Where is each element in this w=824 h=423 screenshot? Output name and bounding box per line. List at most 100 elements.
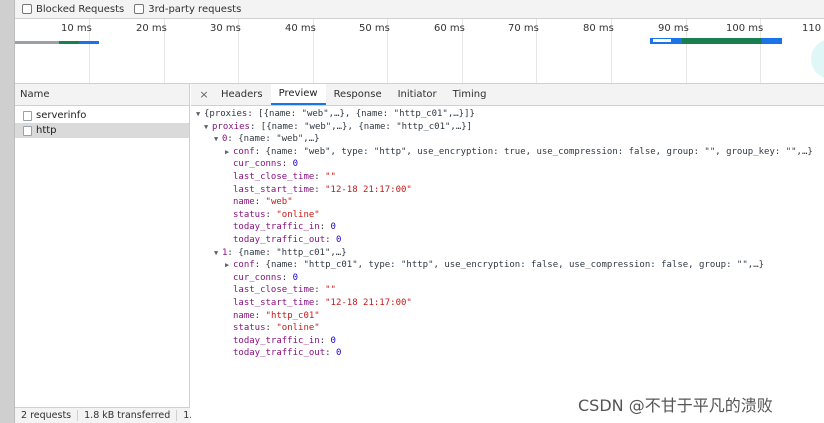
expanded-triangle-icon[interactable]: ▼ [214, 247, 222, 260]
tree-field: last_close_time: "" [233, 285, 336, 296]
timeline-tick-label: 80 ms [583, 23, 614, 34]
checkbox-icon [134, 4, 145, 14]
field-key: today_traffic_out [233, 234, 326, 245]
field-key: status [233, 323, 266, 334]
field-value: "online" [276, 209, 320, 220]
field-key: today_traffic_out [233, 348, 326, 359]
field-value: 0 [335, 348, 342, 359]
field-key: last_start_time [233, 184, 315, 195]
timeline-tick-label: 110 [802, 23, 822, 34]
expanded-triangle-icon[interactable]: ▼ [196, 108, 204, 121]
name-column-header[interactable]: Name [15, 84, 189, 106]
tree-field: status: "online" [233, 323, 320, 334]
tab-timing[interactable]: Timing [445, 84, 495, 105]
tab-initiator[interactable]: Initiator [390, 84, 445, 105]
field-value: "12-18 21:17:00" [325, 297, 412, 308]
blocked-requests-checkbox[interactable]: Blocked Requests [22, 4, 124, 15]
tree-field: last_start_time: "12-18 21:17:00" [233, 297, 412, 308]
document-icon [23, 125, 32, 136]
expanded-triangle-icon[interactable]: ▼ [204, 121, 212, 134]
collapsed-triangle-icon[interactable]: ▶ [225, 146, 233, 159]
tree-node-item-0[interactable]: ▼ 0: {name: "web",…} [191, 133, 824, 146]
detail-tabs: × Headers Preview Response Initiator Tim… [191, 84, 824, 106]
tree-field: name: "http_c01" [233, 310, 320, 321]
blocked-requests-label: Blocked Requests [36, 3, 125, 15]
request-row-serverinfo[interactable]: serverinfo [15, 108, 189, 123]
timeline-tick-label: 40 ms [285, 23, 316, 34]
request-row-http[interactable]: http [15, 123, 189, 138]
item-summary: {name: "web",…} [238, 134, 320, 145]
conf-preview: {name: "http_c01", type: "http", use_enc… [265, 260, 765, 271]
tree-field: name: "web" [233, 197, 293, 208]
field-value: 0 [330, 335, 336, 346]
field-key: cur_conns [233, 159, 282, 170]
field-value: "http_c01" [265, 310, 320, 321]
tree-node-proxies[interactable]: ▼ proxies: [{name: "web",…}, {name: "http… [191, 121, 824, 134]
tab-headers[interactable]: Headers [213, 84, 271, 105]
field-key: last_start_time [233, 297, 315, 308]
timeline-tick-label: 90 ms [658, 23, 689, 34]
collapsed-triangle-icon[interactable]: ▶ [225, 259, 233, 272]
tree-node-item-1[interactable]: ▼ 1: {name: "http_c01",…} [191, 247, 824, 260]
field-value: 0 [292, 159, 299, 170]
expanded-triangle-icon[interactable]: ▼ [214, 133, 222, 146]
proxies-key: proxies [212, 121, 250, 132]
field-key: status [233, 209, 266, 220]
tree-field: today_traffic_out: 0 [233, 348, 342, 359]
tree-field: status: "online" [233, 209, 320, 220]
network-timeline[interactable]: 10 ms 20 ms 30 ms 40 ms 50 ms 60 ms 70 m… [15, 19, 824, 84]
tree-field: cur_conns: 0 [233, 272, 299, 283]
item-summary: {name: "http_c01",…} [238, 247, 347, 258]
tree-field: today_traffic_in: 0 [233, 335, 336, 346]
request-detail-panel: × Headers Preview Response Initiator Tim… [191, 84, 824, 423]
field-key: last_close_time [233, 171, 315, 182]
timeline-bar-serverinfo-queue [15, 41, 59, 44]
third-party-requests-checkbox[interactable]: 3rd-party requests [134, 4, 241, 15]
tab-response[interactable]: Response [326, 84, 390, 105]
tree-node-root[interactable]: ▼ {proxies: [{name: "web",…}, {name: "htt… [191, 108, 824, 121]
field-key: last_close_time [233, 285, 315, 296]
csdn-watermark: CSDN @不甘于平凡的溃败 [578, 396, 773, 415]
close-icon[interactable]: × [195, 84, 213, 105]
field-value: "" [325, 285, 336, 296]
timeline-tick-label: 100 ms [726, 23, 764, 34]
timeline-bar-http-gap [653, 39, 671, 42]
tree-node-conf[interactable]: ▶ conf: {name: "http_c01", type: "http", … [191, 259, 824, 272]
field-value: "" [325, 171, 336, 182]
checkbox-icon [22, 4, 32, 14]
tree-field: last_close_time: "" [233, 171, 336, 182]
timeline-tick-label: 70 ms [508, 23, 539, 34]
field-key: today_traffic_in [233, 335, 320, 346]
tree-field: today_traffic_in: 0 [233, 222, 336, 233]
timeline-bar-serverinfo-waiting [59, 41, 79, 44]
timeline-tick-label: 20 ms [136, 23, 167, 34]
proxies-preview: [{name: "web",…}, {name: "http_c01",…}] [260, 121, 473, 132]
tree-field: today_traffic_out: 0 [233, 234, 342, 245]
field-value: "online" [276, 323, 320, 334]
field-value: "web" [265, 197, 293, 208]
document-icon [23, 110, 32, 121]
tree-field: cur_conns: 0 [233, 159, 299, 170]
request-list: Name serverinfo http 2 requests 1.8 kB t… [15, 84, 198, 423]
field-key: conf [233, 260, 255, 271]
timeline-tick-label: 60 ms [434, 23, 465, 34]
field-key: cur_conns [233, 272, 282, 283]
request-name: serverinfo [36, 110, 87, 121]
field-key: conf [233, 146, 255, 157]
conf-preview: {name: "web", type: "http", use_encrypti… [265, 146, 813, 157]
tree-field: last_start_time: "12-18 21:17:00" [233, 184, 412, 195]
field-value: 0 [335, 234, 342, 245]
tree-node-conf[interactable]: ▶ conf: {name: "web", type: "http", use_e… [191, 146, 824, 159]
timeline-bar-http-download [762, 38, 782, 44]
request-name: http [36, 125, 57, 136]
timeline-bar-serverinfo-download [79, 41, 99, 44]
json-preview-tree: ▼ {proxies: [{name: "web",…}, {name: "htt… [191, 108, 824, 360]
field-value: 0 [292, 272, 299, 283]
timeline-overlay-bubble [811, 39, 824, 79]
field-value: "12-18 21:17:00" [325, 184, 412, 195]
left-gutter [0, 0, 15, 423]
field-key: name [233, 197, 255, 208]
field-key: today_traffic_in [233, 222, 320, 233]
timeline-tick-label: 50 ms [359, 23, 390, 34]
tab-preview[interactable]: Preview [270, 84, 326, 105]
